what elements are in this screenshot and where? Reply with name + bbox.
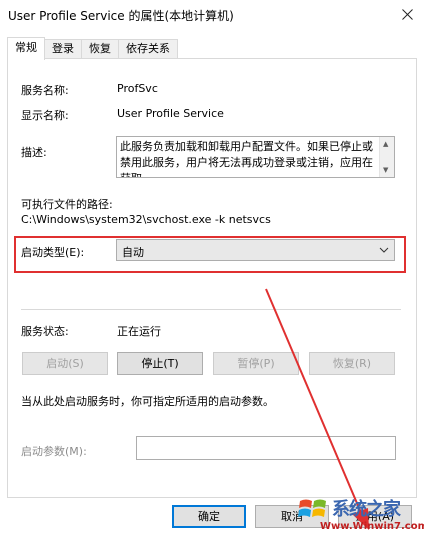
close-button[interactable] bbox=[392, 1, 422, 27]
path-label: 可执行文件的路径: bbox=[21, 198, 113, 211]
tab-logon[interactable]: 登录 bbox=[44, 39, 82, 59]
tab-general[interactable]: 常规 bbox=[7, 37, 45, 60]
title-bar: User Profile Service 的属性(本地计算机) bbox=[0, 0, 424, 30]
chevron-down-icon bbox=[379, 247, 389, 253]
divider bbox=[21, 309, 401, 310]
display-name-value: User Profile Service bbox=[117, 107, 224, 120]
resume-button[interactable]: 恢复(R) bbox=[309, 352, 395, 375]
watermark: 系统之家 Www.Winwin7.com bbox=[296, 493, 424, 539]
tab-strip: 常规 登录 恢复 依存关系 bbox=[7, 37, 178, 60]
service-status-value: 正在运行 bbox=[117, 325, 161, 338]
startup-parameters-label: 启动参数(M): bbox=[21, 445, 87, 458]
ok-button[interactable]: 确定 bbox=[172, 505, 246, 528]
close-icon bbox=[401, 8, 413, 20]
service-name-value: ProfSvc bbox=[117, 82, 158, 95]
description-box[interactable]: 此服务负责加载和卸载用户配置文件。如果已停止或禁用此服务，用户将无法再成功登录或… bbox=[116, 136, 395, 178]
windows-logo-icon bbox=[298, 499, 326, 517]
scroll-down-icon[interactable]: ▼ bbox=[383, 166, 388, 174]
description-label: 描述: bbox=[21, 146, 47, 159]
startup-hint-text: 当从此处启动服务时，你可指定所适用的启动参数。 bbox=[21, 395, 274, 408]
tab-dependencies[interactable]: 依存关系 bbox=[118, 39, 178, 59]
display-name-label: 显示名称: bbox=[21, 109, 69, 122]
window-title: User Profile Service 的属性(本地计算机) bbox=[8, 9, 234, 23]
tab-recovery[interactable]: 恢复 bbox=[81, 39, 119, 59]
startup-type-dropdown[interactable]: 自动 bbox=[116, 239, 395, 261]
description-scrollbar[interactable]: ▲ ▼ bbox=[379, 137, 394, 177]
startup-parameters-input[interactable] bbox=[136, 436, 396, 460]
watermark-brand: 系统之家 bbox=[332, 499, 401, 520]
service-status-label: 服务状态: bbox=[21, 325, 69, 338]
description-text: 此服务负责加载和卸载用户配置文件。如果已停止或禁用此服务，用户将无法再成功登录或… bbox=[120, 140, 373, 177]
stop-button[interactable]: 停止(T) bbox=[117, 352, 203, 375]
path-value: C:\Windows\system32\svchost.exe -k netsv… bbox=[21, 213, 271, 226]
watermark-url: Www.Winwin7.com bbox=[320, 521, 424, 532]
service-name-label: 服务名称: bbox=[21, 84, 69, 97]
general-tab-panel: 服务名称: ProfSvc 显示名称: User Profile Service… bbox=[7, 58, 417, 498]
pause-button[interactable]: 暂停(P) bbox=[213, 352, 299, 375]
startup-type-value: 自动 bbox=[122, 246, 144, 259]
start-button[interactable]: 启动(S) bbox=[22, 352, 108, 375]
startup-type-label: 启动类型(E): bbox=[21, 246, 85, 259]
scroll-up-icon[interactable]: ▲ bbox=[383, 140, 388, 148]
